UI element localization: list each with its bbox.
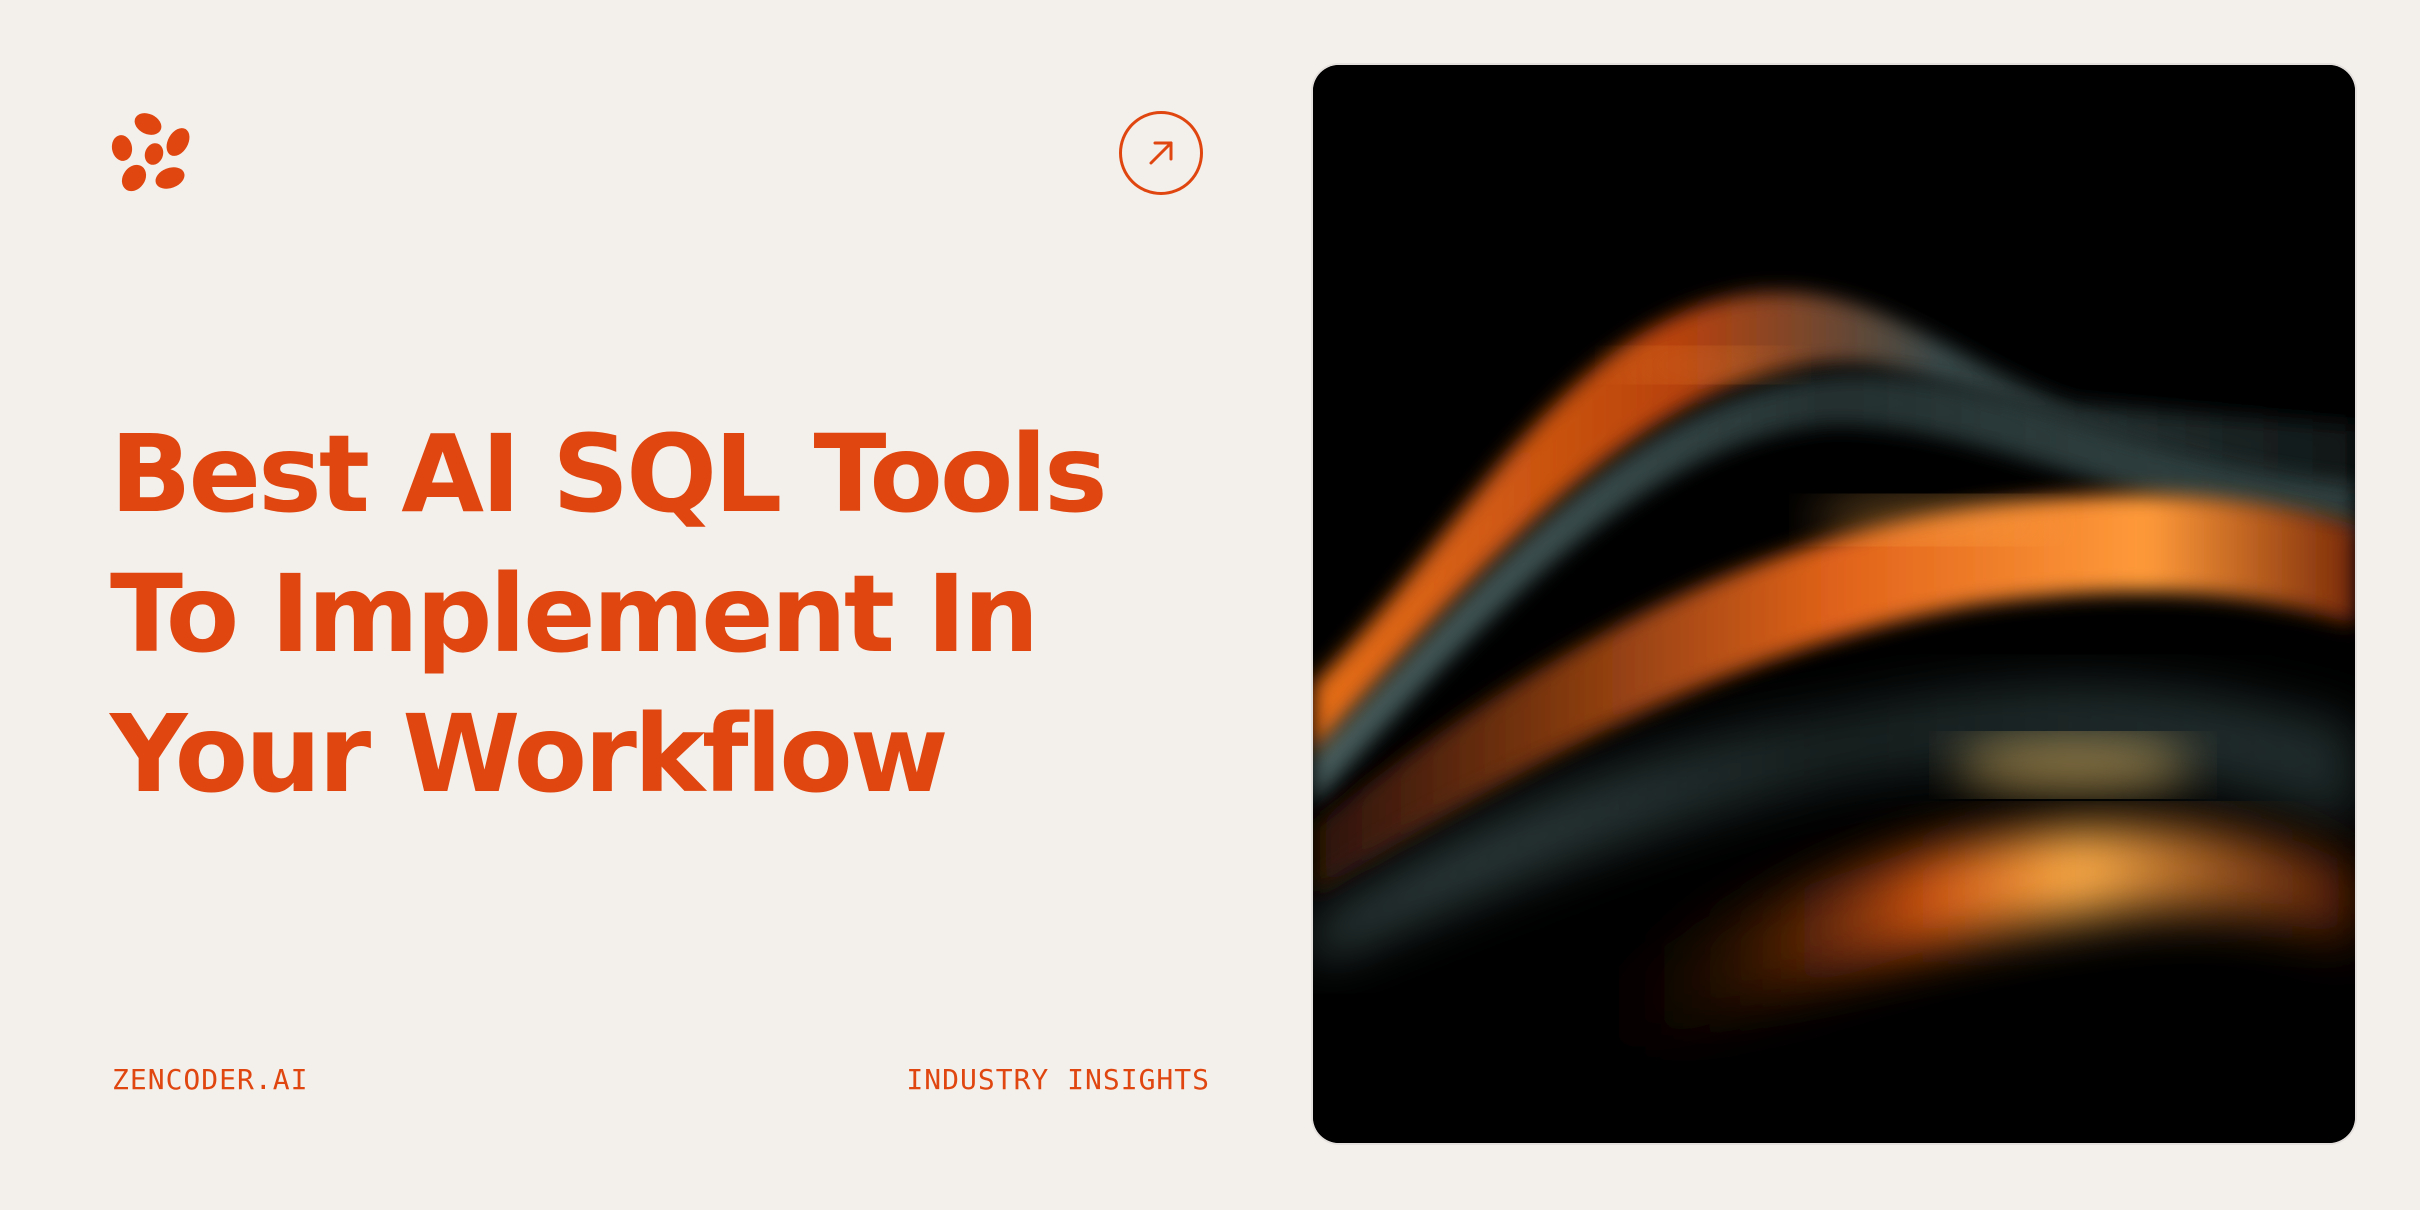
site-link[interactable]: ZENCODER.AI [112, 1062, 308, 1098]
arrow-up-right-icon [1149, 141, 1173, 165]
open-link-button[interactable] [1119, 111, 1203, 195]
title-line-3: Your Workflow [110, 693, 949, 817]
title-line-2: To Implement In [110, 553, 1039, 677]
title-line-1: Best AI SQL Tools [110, 413, 1108, 537]
abstract-wave-image [1313, 65, 2355, 1143]
category-label: INDUSTRY INSIGHTS [906, 1063, 1210, 1096]
flower-petals-icon[interactable] [108, 108, 196, 196]
page-title: Best AI SQL Tools To Implement In Your W… [110, 405, 1290, 825]
